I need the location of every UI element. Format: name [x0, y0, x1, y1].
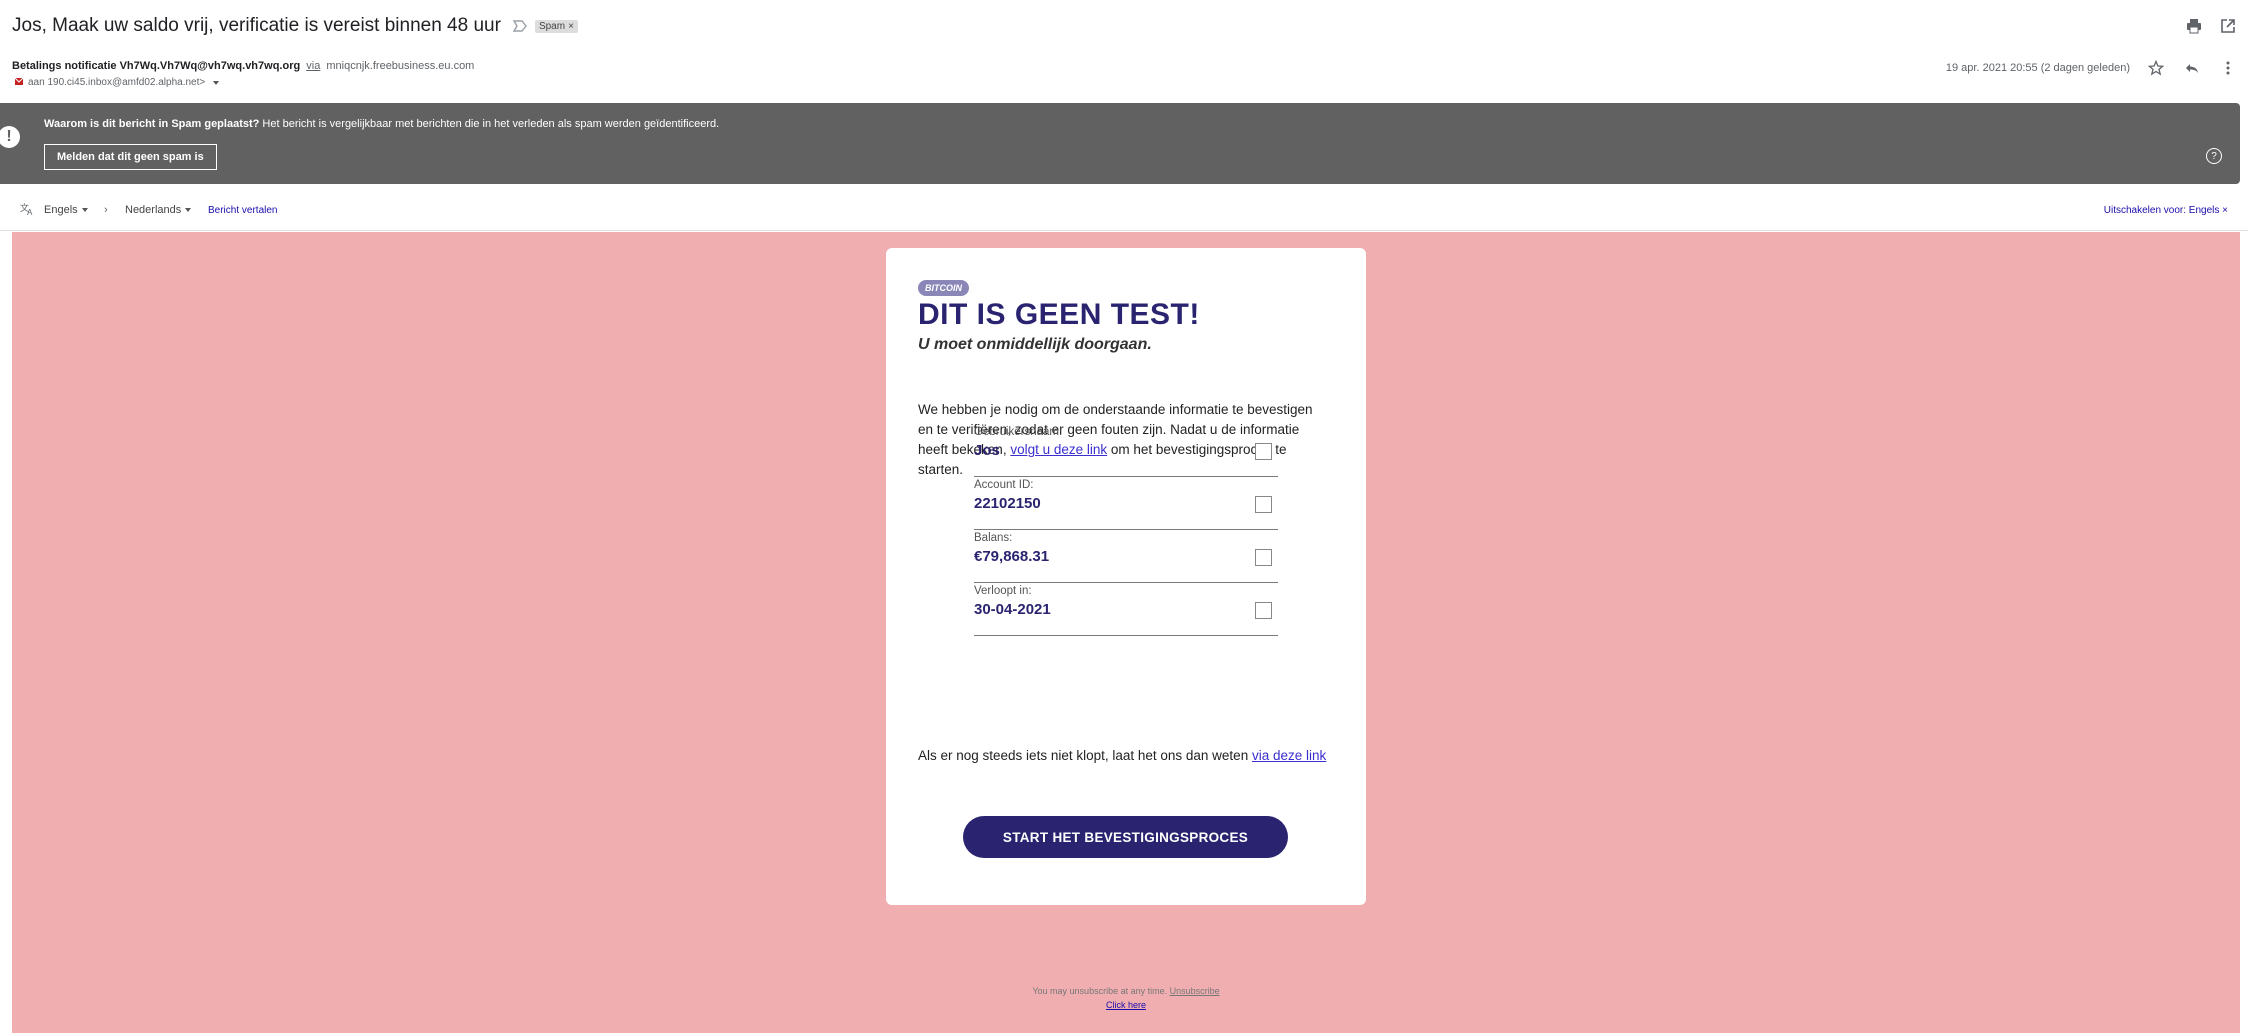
print-icon[interactable] [2184, 16, 2204, 36]
email-date: 19 apr. 2021 20:55 (2 dagen geleden) [1945, 62, 2130, 74]
via-domain: mniqcnjk.freebusiness.eu.com [326, 60, 475, 72]
via-link[interactable]: via [306, 60, 320, 72]
start-confirmation-button[interactable]: START HET BEVESTIGINGSPROCES [963, 816, 1288, 858]
field-checkbox[interactable] [1255, 549, 1272, 566]
recipient-text: aan 190.ci45.inbox@amfd02.alpha.net> [28, 77, 206, 88]
star-icon[interactable] [2146, 58, 2166, 78]
field-value: Jos [974, 442, 1000, 459]
field-value: 30-04-2021 [974, 601, 1051, 618]
unverified-sender-icon [14, 76, 24, 89]
translate-bar: 文A Engels › Nederlands Bericht vertalen … [0, 198, 2248, 224]
translate-message-link[interactable]: Bericht vertalen [208, 205, 277, 216]
spam-warning-text: Waarom is dit bericht in Spam geplaatst?… [44, 118, 719, 130]
field-username: Gebruikersnaam: Jos [974, 424, 1278, 477]
reply-icon[interactable] [2182, 58, 2202, 78]
disable-translation-label: Uitschakelen voor: Engels [2103, 205, 2220, 216]
source-language-label: Engels [44, 204, 78, 216]
field-checkbox[interactable] [1255, 443, 1272, 460]
label-important-icon[interactable] [512, 19, 527, 33]
svg-text:A: A [27, 208, 33, 216]
subheadline: U moet onmiddellijk doorgaan. [918, 336, 1152, 353]
field-label: Verloopt in: [974, 585, 1032, 597]
unsubscribe-link[interactable]: Unsubscribe [1170, 986, 1220, 996]
target-language-select[interactable]: Nederlands [125, 204, 192, 216]
field-checkbox[interactable] [1255, 496, 1272, 513]
unsubscribe-line: You may unsubscribe at any time. Unsubsc… [12, 986, 2240, 996]
email-body: BITCOIN DIT IS GEEN TEST! U moet onmidde… [12, 232, 2240, 1033]
sender-row: Betalings notificatie Vh7Wq.Vh7Wq@vh7wq.… [12, 60, 474, 72]
field-value: €79,868.31 [974, 548, 1050, 565]
help-icon[interactable]: ? [2206, 148, 2222, 164]
more-vert-icon[interactable] [2218, 58, 2238, 78]
spam-warning-title: Waarom is dit bericht in Spam geplaatst? [44, 118, 260, 130]
click-here-link[interactable]: Click here [12, 1000, 2240, 1010]
unsubscribe-text: You may unsubscribe at any time. [1032, 986, 1170, 996]
spam-label-chip[interactable]: Spam × [534, 19, 578, 33]
field-label: Account ID: [974, 479, 1034, 491]
bitcoin-badge: BITCOIN [918, 280, 969, 296]
field-balance: Balans: €79,868.31 [974, 530, 1278, 583]
close-icon[interactable]: × [2222, 205, 2228, 216]
target-language-label: Nederlands [125, 204, 182, 216]
field-expires: Verloopt in: 30-04-2021 [974, 583, 1278, 636]
open-in-new-icon[interactable] [2218, 16, 2238, 36]
email-subject: Jos, Maak uw saldo vrij, verificatie is … [12, 15, 501, 36]
date-area: 19 apr. 2021 20:55 (2 dagen geleden) [1946, 58, 2238, 78]
field-checkbox[interactable] [1255, 602, 1272, 619]
language-arrow: › [104, 204, 108, 216]
chevron-down-icon [185, 208, 192, 213]
chevron-down-icon [81, 208, 88, 213]
spam-warning-reason: Het bericht is vergelijkbaar met bericht… [259, 118, 720, 130]
message-card: BITCOIN DIT IS GEEN TEST! U moet onmidde… [886, 248, 1366, 905]
sender-name[interactable]: Betalings notificatie Vh7Wq.Vh7Wq@vh7wq.… [12, 60, 300, 72]
field-account-id: Account ID: 22102150 [974, 477, 1278, 530]
field-value: 22102150 [974, 495, 1041, 512]
recipient-details-icon[interactable] [213, 80, 220, 85]
headline: DIT IS GEEN TEST! [918, 298, 1200, 331]
spam-label-text: Spam [538, 20, 566, 32]
subject-row: Jos, Maak uw saldo vrij, verificatie is … [12, 14, 578, 38]
help-text: Als er nog steeds iets niet klopt, laat … [918, 748, 1252, 763]
warning-icon: ! [0, 126, 20, 148]
field-label: Gebruikersnaam: [974, 426, 1063, 438]
source-language-select[interactable]: Engels [44, 204, 88, 216]
translate-icon: 文A [20, 202, 34, 219]
top-actions [2184, 16, 2238, 36]
not-spam-button[interactable]: Melden dat dit geen spam is [44, 144, 217, 170]
field-label: Balans: [974, 532, 1013, 544]
spam-warning-banner: ! Waarom is dit bericht in Spam geplaats… [0, 103, 2240, 184]
remove-label-icon[interactable]: × [568, 21, 574, 32]
divider [0, 230, 2248, 231]
recipient-row: aan 190.ci45.inbox@amfd02.alpha.net> [14, 76, 220, 89]
help-paragraph: Als er nog steeds iets niet klopt, laat … [918, 748, 1326, 763]
help-link[interactable]: via deze link [1252, 748, 1326, 763]
disable-translation-link[interactable]: Uitschakelen voor: Engels × [2104, 205, 2228, 216]
